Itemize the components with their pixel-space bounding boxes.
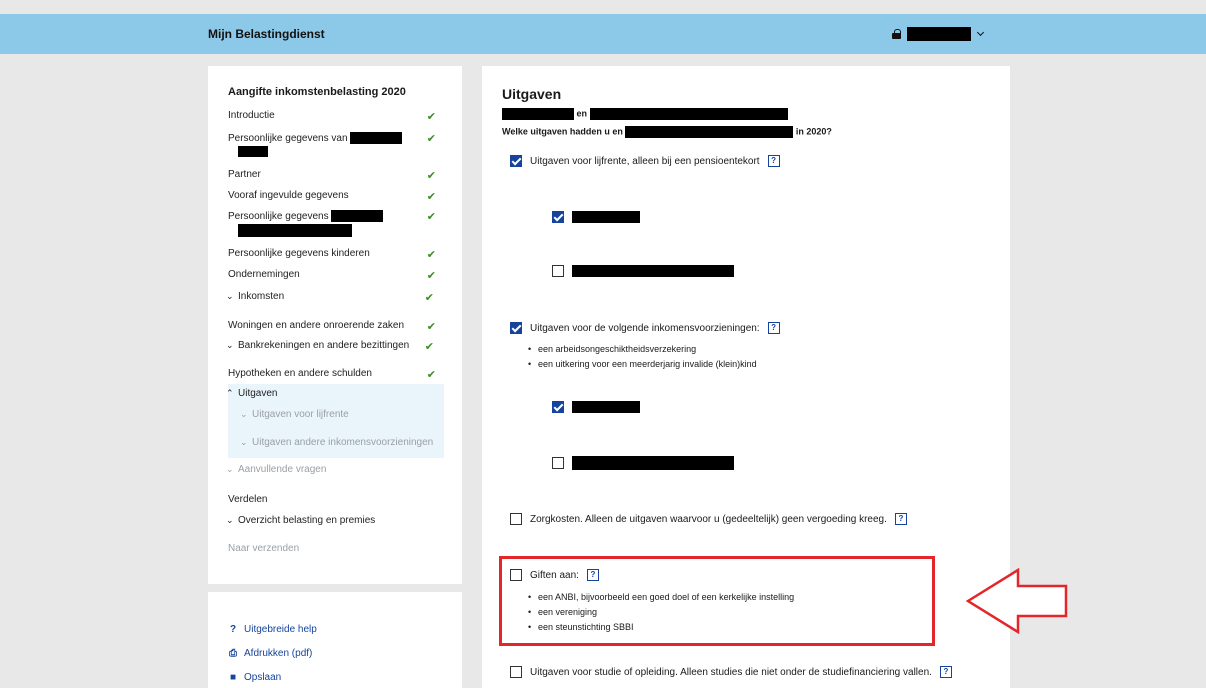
check-icon: ✔ (424, 341, 434, 353)
redacted-name (572, 456, 734, 470)
option-inkomen-person-1[interactable] (552, 401, 640, 413)
redacted-name (238, 224, 352, 237)
checkbox-person-1[interactable] (552, 211, 564, 223)
check-icon: ✔ (426, 321, 436, 333)
nav-item-verdelen[interactable]: Verdelen (228, 494, 454, 505)
checkbox-studie[interactable] (510, 666, 522, 678)
lock-icon (892, 29, 901, 39)
check-icon: ✔ (426, 369, 436, 381)
help-icon[interactable]: ? (767, 155, 780, 167)
nav-item-persoonlijke-gegevens-van[interactable]: Persoonlijke gegevens van ✔ (228, 132, 454, 145)
check-icon: ✔ (426, 111, 436, 123)
page-title: Uitgaven (502, 86, 562, 102)
redacted-name (572, 265, 734, 277)
help-icon[interactable]: ? (939, 666, 952, 678)
check-icon: ✔ (426, 211, 436, 223)
option-studie[interactable]: Uitgaven voor studie of opleiding. Allee… (510, 666, 952, 678)
nav-item-overzicht[interactable]: ⌄ Overzicht belasting en premies (226, 515, 452, 526)
check-icon: ✔ (426, 170, 436, 182)
nav-item-vooraf-ingevulde-gegevens[interactable]: Vooraf ingevulde gegevens ✔ (228, 190, 454, 203)
redacted-name (350, 132, 403, 144)
help-link[interactable]: ? Uitgebreide help (228, 624, 317, 635)
checkbox-person-2[interactable] (552, 265, 564, 277)
nav-item-kinderen[interactable]: Persoonlijke gegevens kinderen ✔ (228, 248, 454, 261)
nav-item-ondernemingen[interactable]: Ondernemingen ✔ (228, 269, 454, 282)
nav-item-woningen[interactable]: Woningen en andere onroerende zaken ✔ (228, 320, 454, 333)
check-icon: ✔ (426, 270, 436, 282)
nav-title: Aangifte inkomstenbelasting 2020 (228, 86, 406, 98)
checkbox-zorgkosten[interactable] (510, 513, 522, 525)
save-link[interactable]: ■ Opslaan (228, 672, 281, 683)
help-panel: ? Uitgebreide help ⎙ Afdrukken (pdf) ■ Opsl… (208, 592, 462, 688)
redacted-name (238, 146, 268, 157)
save-icon: ■ (229, 672, 237, 683)
chevron-down-icon: ⌄ (226, 515, 234, 525)
option-lijfrente-person-2[interactable] (552, 265, 734, 277)
option-lijfrente[interactable]: Uitgaven voor lijfrente, alleen bij een … (510, 155, 780, 167)
nav-item-uitgaven[interactable]: ⌃ Uitgaven (226, 388, 452, 399)
check-icon: ✔ (426, 133, 436, 145)
chevron-down-icon: ⌄ (226, 464, 234, 474)
option-inkomensvoorzieningen[interactable]: Uitgaven voor de volgende inkomensvoorzi… (510, 322, 780, 334)
check-icon: ✔ (426, 249, 436, 261)
nav-item-naar-verzenden[interactable]: Naar verzenden (228, 543, 454, 554)
checkbox-lijfrente[interactable] (510, 155, 522, 167)
nav-item-persoonlijke-gegevens[interactable]: Persoonlijke gegevens ✔ (228, 210, 454, 223)
nav-item-uitgaven-inkomensvoorzieningen[interactable]: ⌄ Uitgaven andere inkomensvoorzieningen (240, 437, 466, 448)
redacted-name (572, 211, 640, 223)
option-inkomen-person-2[interactable] (552, 456, 734, 470)
chevron-down-icon[interactable] (977, 30, 985, 38)
highlight-box (499, 556, 935, 646)
redacted-name (331, 210, 384, 222)
list-item: een uitkering voor een meerderjarig inva… (528, 357, 757, 372)
help-icon[interactable]: ? (767, 322, 780, 334)
check-icon: ✔ (426, 191, 436, 203)
print-link[interactable]: ⎙ Afdrukken (pdf) (228, 648, 312, 659)
option-zorgkosten[interactable]: Zorgkosten. Alleen de uitgaven waarvoor … (510, 513, 907, 525)
redacted-username (907, 27, 971, 41)
list-item: een arbeidsongeschiktheidsverzekering (528, 342, 757, 357)
chevron-down-icon: ⌄ (226, 340, 234, 350)
subtitle-names: en (502, 108, 788, 120)
chevron-down-icon: ⌄ (226, 291, 234, 301)
nav-item-introductie[interactable]: Introductie ✔ (228, 110, 454, 123)
chevron-up-icon: ⌃ (226, 388, 234, 398)
inkomen-bullet-list: een arbeidsongeschiktheidsverzekering ee… (528, 342, 757, 372)
nav-item-uitgaven-lijfrente[interactable]: ⌄ Uitgaven voor lijfrente (240, 409, 466, 420)
nav-item-inkomsten[interactable]: ⌄ Inkomsten ✔ (226, 291, 452, 304)
user-menu[interactable] (892, 26, 985, 42)
nav-item-bankrekeningen[interactable]: ⌄ Bankrekeningen en andere bezittingen ✔ (226, 340, 452, 353)
check-icon: ✔ (424, 292, 434, 304)
option-lijfrente-person-1[interactable] (552, 211, 640, 223)
nav-item-partner[interactable]: Partner ✔ (228, 169, 454, 182)
nav-item-aanvullende-vragen[interactable]: ⌄ Aanvullende vragen (226, 464, 452, 475)
redacted-name (625, 126, 794, 138)
print-icon: ⎙ (229, 648, 237, 659)
checkbox-person-1[interactable] (552, 401, 564, 413)
chevron-down-icon: ⌄ (240, 409, 248, 419)
step-navigation: Aangifte inkomstenbelasting 2020 Introdu… (208, 66, 462, 584)
redacted-name (589, 108, 788, 120)
chevron-down-icon: ⌄ (240, 437, 248, 447)
help-icon[interactable]: ? (894, 513, 907, 525)
question-icon: ? (229, 624, 237, 635)
redacted-name (502, 108, 574, 120)
header-bar: Mijn Belastingdienst (0, 14, 1206, 54)
nav-item-hypotheken[interactable]: Hypotheken en andere schulden ✔ (228, 368, 454, 381)
redacted-name (572, 401, 640, 413)
arrow-left-icon (966, 567, 1068, 635)
checkbox-person-2[interactable] (552, 457, 564, 469)
brand-title[interactable]: Mijn Belastingdienst (208, 27, 325, 41)
checkbox-inkomensvoorzieningen[interactable] (510, 322, 522, 334)
question-text: Welke uitgaven hadden u en in 2020? (502, 126, 832, 138)
